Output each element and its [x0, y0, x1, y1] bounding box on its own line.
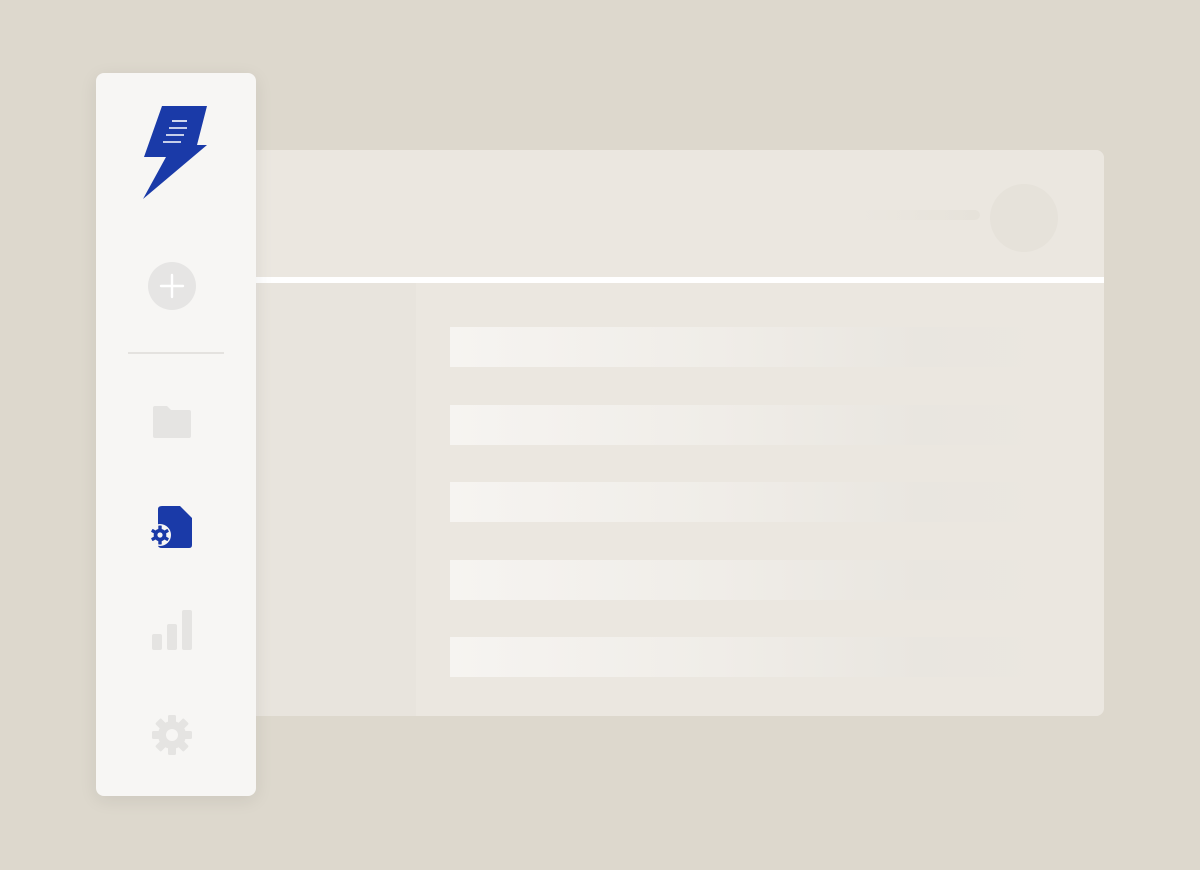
plus-icon	[159, 273, 185, 299]
list-item[interactable]	[450, 560, 1040, 600]
sidebar-item-settings[interactable]	[151, 714, 193, 756]
list-item[interactable]	[450, 482, 1040, 522]
content-sidebar	[240, 283, 416, 716]
app-window	[240, 150, 1104, 716]
content-area	[416, 283, 1104, 716]
nav-divider	[128, 352, 224, 354]
bar-chart-icon	[152, 610, 192, 650]
window-header	[240, 150, 1104, 277]
gear-icon	[152, 715, 192, 755]
folder-icon	[153, 406, 191, 438]
add-button[interactable]	[148, 262, 196, 310]
sidebar-item-document-settings[interactable]	[148, 505, 194, 549]
list-item[interactable]	[450, 637, 1040, 677]
sidebar-item-folders[interactable]	[152, 405, 192, 439]
document-gear-icon	[149, 506, 192, 548]
side-nav	[96, 73, 256, 796]
sidebar-item-analytics[interactable]	[152, 610, 192, 650]
avatar[interactable]	[990, 184, 1058, 252]
header-text-placeholder	[860, 210, 980, 220]
lightning-document-icon[interactable]	[140, 105, 208, 199]
list-item[interactable]	[450, 405, 1040, 445]
list-item[interactable]	[450, 327, 1040, 367]
